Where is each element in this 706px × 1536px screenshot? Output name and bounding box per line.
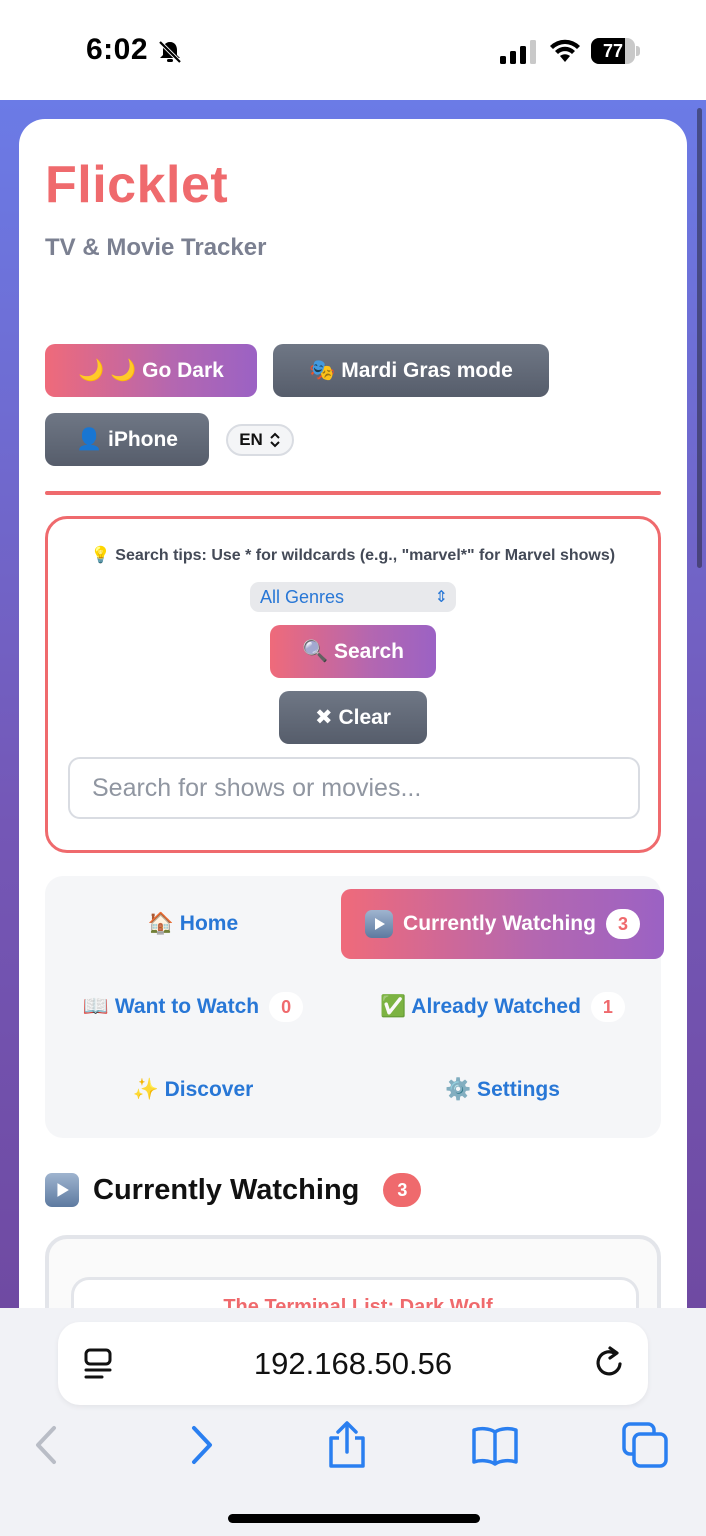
- status-bar: 6:02 77: [0, 0, 706, 100]
- forward-icon[interactable]: [176, 1420, 226, 1470]
- user-profile-button[interactable]: 👤 iPhone: [45, 413, 209, 466]
- section-heading: Currently Watching 3: [45, 1173, 422, 1207]
- user-label: 👤 iPhone: [76, 427, 178, 451]
- play-icon: [45, 1173, 79, 1207]
- back-icon[interactable]: [22, 1420, 72, 1470]
- tab-want-to-watch[interactable]: 📖 Want to Watch 0: [45, 972, 341, 1042]
- home-indicator: [228, 1514, 480, 1523]
- want-to-watch-count-badge: 0: [269, 992, 304, 1022]
- wifi-icon: [550, 39, 580, 62]
- address-bar[interactable]: 192.168.50.56: [58, 1322, 648, 1405]
- bell-muted-icon: [158, 40, 182, 64]
- section-title: Currently Watching: [93, 1173, 360, 1206]
- go-dark-label: 🌙 🌙 Go Dark: [78, 358, 224, 382]
- tab-settings[interactable]: ⚙️ Settings: [341, 1055, 664, 1125]
- search-tips: 💡 Search tips: Use * for wildcards (e.g.…: [90, 547, 616, 564]
- mardi-gras-label: 🎭 Mardi Gras mode: [309, 358, 513, 382]
- language-value: EN: [239, 430, 263, 449]
- tab-discover[interactable]: ✨ Discover: [45, 1055, 341, 1125]
- tabs-icon[interactable]: [620, 1420, 670, 1470]
- genre-select[interactable]: All Genres ⇕: [250, 582, 456, 612]
- tab-navigation: 🏠 Home Currently Watching 3 📖 Want to Wa…: [45, 876, 664, 1138]
- search-placeholder: Search for shows or movies...: [92, 773, 422, 802]
- tab-currently-watching-label: Currently Watching: [403, 912, 596, 935]
- app-card: Flicklet TV & Movie Tracker 🌙 🌙 Go Dark …: [19, 119, 687, 1359]
- genre-value: All Genres: [260, 586, 345, 607]
- header-divider: [45, 491, 661, 495]
- battery-icon: 77: [591, 38, 641, 64]
- app-subtitle: TV & Movie Tracker: [45, 234, 267, 261]
- tab-already-watched[interactable]: ✅ Already Watched 1: [341, 972, 664, 1042]
- scroll-indicator[interactable]: [697, 108, 702, 568]
- battery-percent: 77: [602, 41, 624, 61]
- search-button[interactable]: 🔍 Search: [270, 625, 436, 678]
- app-title: Flicklet: [45, 156, 229, 214]
- tab-want-to-watch-label: 📖 Want to Watch: [82, 995, 260, 1018]
- cellular-signal-icon: [500, 40, 536, 64]
- currently-watching-count-badge: 3: [605, 909, 640, 939]
- chevron-updown-icon: [270, 432, 280, 448]
- tab-home-label: 🏠 Home: [147, 912, 239, 935]
- tab-discover-label: ✨ Discover: [132, 1078, 254, 1101]
- already-watched-count-badge: 1: [590, 992, 625, 1022]
- reload-icon[interactable]: [592, 1344, 628, 1382]
- mardi-gras-mode-button[interactable]: 🎭 Mardi Gras mode: [273, 344, 549, 397]
- share-icon[interactable]: [322, 1420, 372, 1470]
- tab-settings-label: ⚙️ Settings: [445, 1078, 560, 1101]
- tab-already-watched-label: ✅ Already Watched: [380, 995, 581, 1018]
- search-button-label: 🔍 Search: [301, 639, 405, 663]
- chevron-updown-icon: ⇕: [434, 589, 448, 606]
- tab-home[interactable]: 🏠 Home: [45, 889, 341, 959]
- go-dark-button[interactable]: 🌙 🌙 Go Dark: [45, 344, 257, 397]
- url-text: 192.168.50.56: [253, 1346, 453, 1381]
- tab-currently-watching[interactable]: Currently Watching 3: [341, 889, 664, 959]
- language-select[interactable]: EN: [226, 424, 294, 456]
- clear-button[interactable]: ✖ Clear: [279, 691, 427, 744]
- bookmarks-icon[interactable]: [470, 1420, 520, 1470]
- browser-toolbar: 192.168.50.56: [0, 1308, 706, 1536]
- search-panel: 💡 Search tips: Use * for wildcards (e.g.…: [45, 516, 661, 853]
- play-icon: [365, 910, 394, 938]
- clear-button-label: ✖ Clear: [315, 706, 391, 729]
- section-count-badge: 3: [383, 1173, 422, 1207]
- status-time: 6:02: [86, 33, 149, 66]
- search-input[interactable]: Search for shows or movies...: [68, 757, 640, 819]
